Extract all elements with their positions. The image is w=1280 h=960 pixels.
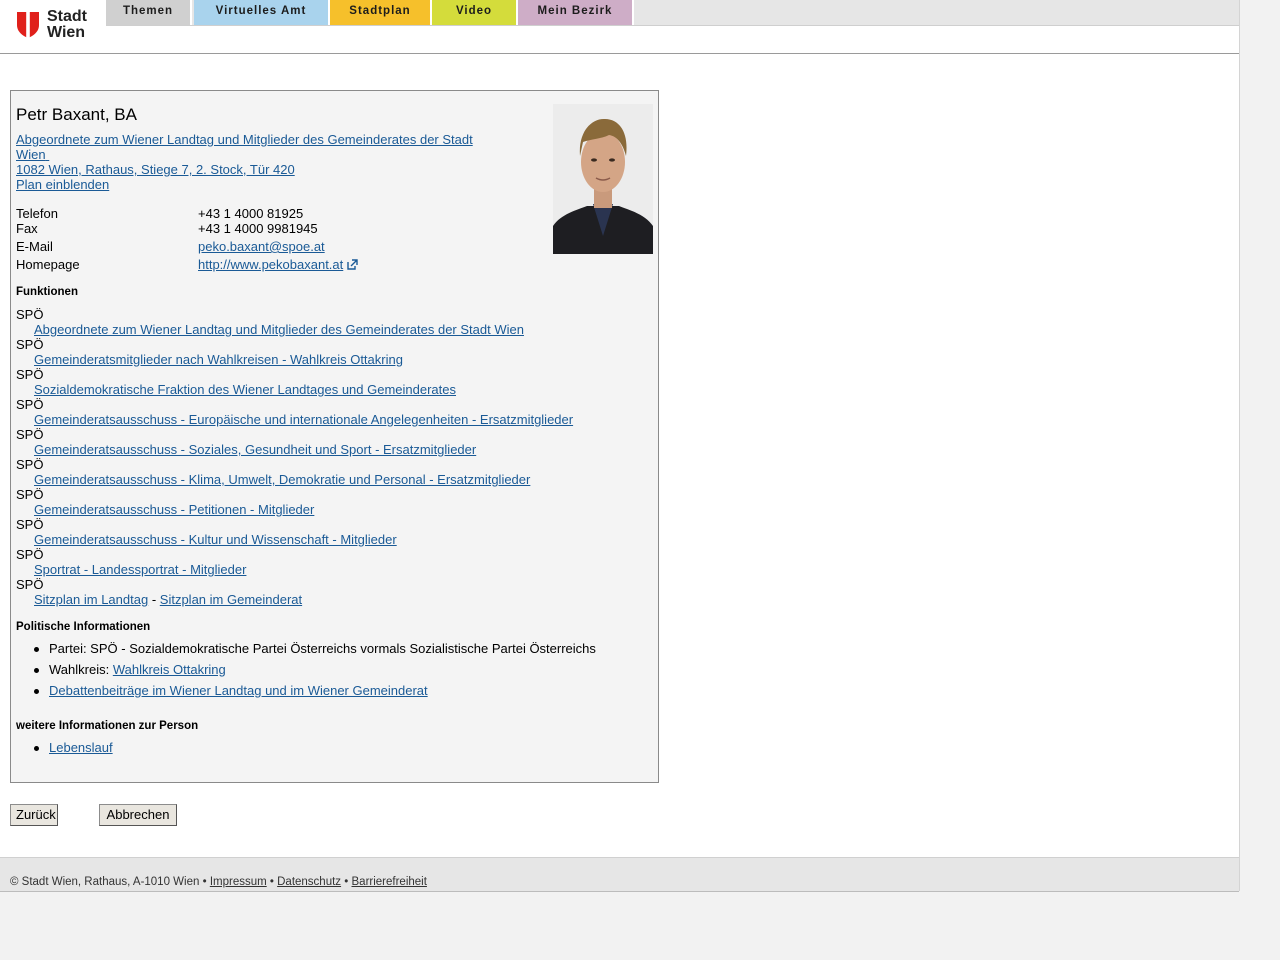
nav-tab-virtuelles-amt[interactable]: Virtuelles Amt bbox=[194, 0, 330, 25]
function-link[interactable]: Sozialdemokratische Fraktion des Wiener … bbox=[34, 382, 456, 397]
wien-shield-icon bbox=[17, 12, 39, 38]
person-name: Petr Baxant, BA bbox=[16, 105, 137, 124]
function-link[interactable]: Gemeinderatsausschuss - Petitionen - Mit… bbox=[34, 502, 314, 517]
footer-privacy-link[interactable]: Datenschutz bbox=[277, 876, 341, 888]
function-party: SPÖ bbox=[16, 487, 44, 502]
function-party: SPÖ bbox=[16, 517, 44, 532]
footer-copyright: © Stadt Wien, Rathaus, A-1010 Wien bbox=[10, 876, 200, 888]
address-link[interactable]: 1082 Wien, Rathaus, Stiege 7, 2. Stock, … bbox=[16, 162, 486, 177]
nav-tab-video[interactable]: Video bbox=[432, 0, 518, 25]
fax-label: Fax bbox=[16, 221, 38, 236]
cv-link[interactable]: Lebenslauf bbox=[49, 740, 113, 755]
footer-separator: • bbox=[344, 876, 349, 888]
functions-heading: Funktionen bbox=[16, 286, 78, 298]
function-party: SPÖ bbox=[16, 367, 44, 382]
more-info-heading: weitere Informationen zur Person bbox=[16, 720, 199, 732]
more-info-list: Lebenslauf bbox=[34, 740, 113, 761]
function-party: SPÖ bbox=[16, 547, 44, 562]
person-card: Petr Baxant, BA Abgeordnete zum Wiener L… bbox=[10, 90, 659, 783]
function-link[interactable]: Gemeinderatsausschuss - Klima, Umwelt, D… bbox=[34, 472, 530, 487]
function-link[interactable]: Gemeinderatsausschuss - Kultur und Wisse… bbox=[34, 532, 397, 547]
nav-tab-mein-bezirk[interactable]: Mein Bezirk bbox=[518, 0, 634, 25]
stadt-wien-logo[interactable]: Stadt Wien bbox=[16, 9, 96, 43]
political-info-list: Partei: SPÖ - Sozialdemokratische Partei… bbox=[34, 641, 596, 704]
email-label: E-Mail bbox=[16, 239, 53, 254]
homepage-link[interactable]: http://www.pekobaxant.at bbox=[198, 257, 343, 272]
function-party: SPÖ bbox=[16, 337, 44, 352]
cancel-button[interactable]: Abbrechen bbox=[99, 804, 177, 826]
function-party: SPÖ bbox=[16, 307, 44, 322]
homepage-label: Homepage bbox=[16, 257, 80, 272]
external-link-icon bbox=[347, 259, 358, 270]
function-link[interactable]: Gemeinderatsausschuss - Europäische und … bbox=[34, 412, 573, 427]
site-footer: © Stadt Wien, Rathaus, A-1010 Wien • Imp… bbox=[0, 857, 1239, 892]
footer-accessibility-link[interactable]: Barrierefreiheit bbox=[352, 876, 427, 888]
role-link[interactable]: Abgeordnete zum Wiener Landtag und Mitgl… bbox=[16, 132, 486, 162]
seating-plan-separator: - bbox=[151, 592, 157, 607]
function-party: SPÖ bbox=[16, 457, 44, 472]
district-info: Wahlkreis: Wahlkreis Ottakring bbox=[34, 662, 596, 683]
main-nav: Themen Virtuelles Amt Stadtplan Video Me… bbox=[106, 0, 1239, 26]
phone-value: +43 1 4000 81925 bbox=[198, 206, 304, 221]
logo-text-line-1: Stadt bbox=[47, 8, 87, 25]
district-link[interactable]: Wahlkreis Ottakring bbox=[113, 662, 226, 677]
function-party: SPÖ bbox=[16, 577, 44, 592]
function-link[interactable]: Gemeinderatsmitglieder nach Wahlkreisen … bbox=[34, 352, 403, 367]
seating-plan-landtag-link[interactable]: Sitzplan im Landtag bbox=[34, 592, 148, 607]
page: Stadt Wien Themen Virtuelles Amt Stadtpl… bbox=[0, 0, 1240, 892]
political-info-heading: Politische Informationen bbox=[16, 621, 151, 633]
cv-item: Lebenslauf bbox=[34, 740, 113, 761]
email-link[interactable]: peko.baxant@spoe.at bbox=[198, 239, 325, 254]
phone-label: Telefon bbox=[16, 206, 58, 221]
nav-tab-stadtplan[interactable]: Stadtplan bbox=[330, 0, 432, 25]
function-party: SPÖ bbox=[16, 397, 44, 412]
function-link[interactable]: Gemeinderatsausschuss - Soziales, Gesund… bbox=[34, 442, 476, 457]
person-photo bbox=[553, 104, 653, 254]
fax-value: +43 1 4000 9981945 bbox=[198, 221, 318, 236]
show-plan-link[interactable]: Plan einblenden bbox=[16, 177, 486, 192]
party-info: Partei: SPÖ - Sozialdemokratische Partei… bbox=[34, 641, 596, 662]
footer-separator: • bbox=[202, 876, 207, 888]
footer-separator: • bbox=[269, 876, 274, 888]
seating-plan-gemeinderat-link[interactable]: Sitzplan im Gemeinderat bbox=[160, 592, 302, 607]
debates-item: Debattenbeiträge im Wiener Landtag und i… bbox=[34, 683, 596, 704]
function-link[interactable]: Abgeordnete zum Wiener Landtag und Mitgl… bbox=[34, 322, 524, 337]
footer-imprint-link[interactable]: Impressum bbox=[210, 876, 267, 888]
logo-text-line-2: Wien bbox=[47, 24, 86, 41]
nav-tab-themen[interactable]: Themen bbox=[106, 0, 192, 25]
site-header: Stadt Wien Themen Virtuelles Amt Stadtpl… bbox=[0, 0, 1239, 54]
function-party: SPÖ bbox=[16, 427, 44, 442]
person-address-block: Abgeordnete zum Wiener Landtag und Mitgl… bbox=[16, 132, 486, 192]
back-button[interactable]: Zurück bbox=[10, 804, 58, 826]
debates-link[interactable]: Debattenbeiträge im Wiener Landtag und i… bbox=[49, 683, 428, 698]
function-link[interactable]: Sportrat - Landessportrat - Mitglieder bbox=[34, 562, 246, 577]
